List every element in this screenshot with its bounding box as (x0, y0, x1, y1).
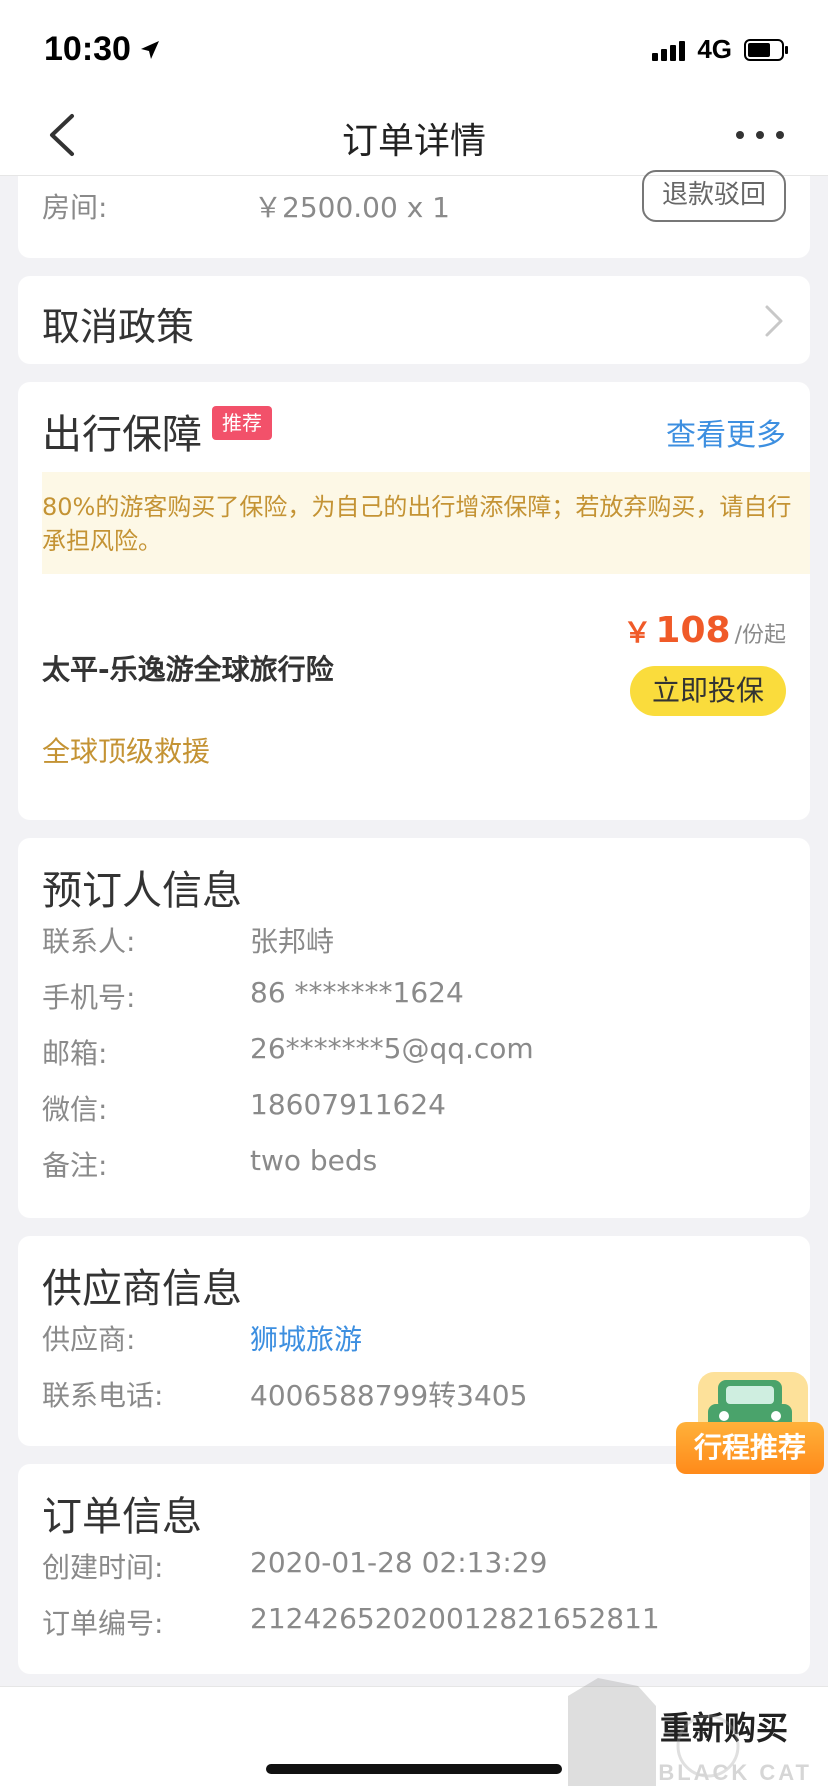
insurance-feature: 全球顶级救援 (42, 735, 211, 768)
supplier-phone-label: 联系电话: (42, 1379, 164, 1412)
blackcat-watermark: BLACK CAT (558, 1676, 828, 1792)
insurance-notice: 80%的游客购买了保险，为自己的出行增添保障；若放弃购买，请自行承担风险。 (42, 472, 810, 574)
phone-label: 手机号: (42, 981, 136, 1014)
cancel-policy-title: 取消政策 (42, 305, 195, 349)
info-row: 供应商: 狮城旅游 (42, 1318, 782, 1358)
order-number-label: 订单编号: (42, 1607, 164, 1640)
info-row: 微信: 18607911624 (42, 1088, 782, 1128)
info-row: 订单编号: 2124265202001282165281​1 (42, 1602, 782, 1642)
info-row: 创建时间: 2020-01-28 02:13:29 (42, 1546, 782, 1586)
trip-recommend-label: 行程推荐 (676, 1422, 824, 1474)
supplier-info-title: 供应商信息 (42, 1266, 242, 1312)
info-row: 联系人: 张邦峙 (42, 920, 782, 960)
buy-insurance-button[interactable]: 立即投保 (630, 666, 786, 716)
supplier-phone-value[interactable]: 4006588799转3405 (250, 1374, 527, 1414)
status-time: 10:30 (44, 30, 161, 69)
wechat-label: 微信: (42, 1093, 108, 1126)
remark-label: 备注: (42, 1149, 108, 1182)
room-label: 房间: (42, 191, 108, 224)
signal-icon (652, 39, 686, 61)
phone-value: 86 *******1624 (250, 976, 464, 1009)
trip-recommend-button[interactable]: 行程推荐 (676, 1372, 824, 1496)
email-label: 邮箱: (42, 1037, 108, 1070)
status-bar: 10:30 4G (0, 0, 828, 96)
network-type: 4G (697, 34, 732, 64)
order-info-title: 订单信息 (42, 1494, 202, 1540)
insurance-title: 出行保障 (42, 412, 202, 458)
view-more-link[interactable]: 查看更多 (666, 410, 786, 454)
page-title: 订单详情 (341, 121, 486, 162)
order-number-value: 2124265202001282165281​1 (250, 1602, 660, 1635)
price-unit: /份起 (734, 623, 786, 648)
room-card: 房间: ￥2500.00 x 1 退款驳回 (18, 170, 810, 258)
chevron-right-icon (765, 305, 783, 337)
insurance-card: 出行保障 推荐 查看更多 80%的游客购买了保险，为自己的出行增添保障；若放弃购… (18, 382, 810, 820)
battery-icon (744, 38, 788, 61)
contact-value: 张邦峙 (250, 925, 335, 958)
info-row: 手机号: 86 *******1624 (42, 976, 782, 1016)
created-time-label: 创建时间: (42, 1551, 164, 1584)
supplier-label: 供应商: (42, 1323, 136, 1356)
remark-value: two beds (250, 1144, 378, 1177)
info-row: 邮箱: 26*******5@qq.com (42, 1032, 782, 1072)
more-icon[interactable] (732, 120, 788, 150)
insurance-price: ￥ 108 /份起 (623, 610, 786, 651)
recommend-badge: 推荐 (212, 406, 272, 440)
contact-label: 联系人: (42, 925, 136, 958)
room-price: ￥2500.00 x 1 (254, 191, 450, 224)
location-arrow-icon (140, 40, 159, 59)
nav-header: 订单详情 (0, 96, 828, 176)
insurance-product-name[interactable]: 太平-乐逸游全球旅行险 (42, 648, 334, 688)
status-indicators: 4G (652, 34, 790, 65)
created-time-value: 2020-01-28 02:13:29 (250, 1546, 548, 1579)
wechat-value: 18607911624 (250, 1088, 446, 1121)
supplier-link[interactable]: 狮城旅游 (250, 1318, 362, 1358)
price-symbol: ￥ (623, 616, 652, 649)
info-row: 联系电话: 4006588799转3405 (42, 1374, 782, 1414)
watermark-text: BLACK CAT (658, 1760, 812, 1785)
email-value: 26*******5@qq.com (250, 1032, 534, 1065)
info-row: 备注: two beds (42, 1144, 782, 1184)
booker-info-title: 预订人信息 (42, 868, 242, 914)
cancel-policy-row[interactable]: 取消政策 (18, 276, 810, 364)
status-time-text: 10:30 (44, 30, 131, 68)
refund-rejected-button[interactable]: 退款驳回 (642, 170, 786, 222)
booker-info-card: 预订人信息 联系人: 张邦峙 手机号: 86 *******1624 邮箱: 2… (18, 838, 810, 1218)
price-value: 108 (655, 610, 731, 651)
home-indicator[interactable] (266, 1764, 562, 1774)
